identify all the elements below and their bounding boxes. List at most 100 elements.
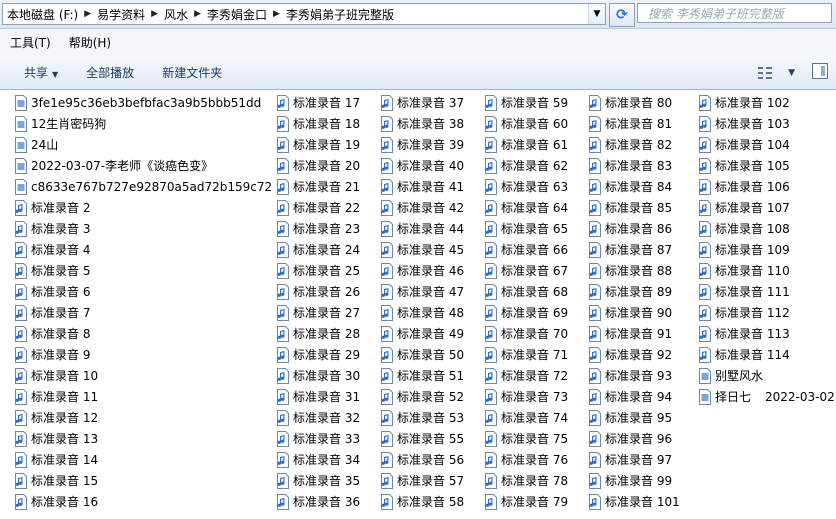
file-item[interactable]: 标准录音 16	[14, 491, 272, 512]
file-item[interactable]: 标准录音 32	[276, 407, 360, 428]
file-item[interactable]: 别墅风水	[698, 365, 835, 386]
file-item[interactable]: 3fe1e95c36eb3befbfac3a9b5bbb51dd	[14, 92, 272, 113]
file-item[interactable]: 标准录音 15	[14, 470, 272, 491]
file-item[interactable]: 标准录音 71	[484, 344, 568, 365]
file-item[interactable]: 标准录音 46	[380, 260, 464, 281]
file-item[interactable]: 标准录音 37	[380, 92, 464, 113]
file-item[interactable]: 标准录音 23	[276, 218, 360, 239]
file-item[interactable]: 标准录音 61	[484, 134, 568, 155]
file-item[interactable]: 标准录音 26	[276, 281, 360, 302]
file-item[interactable]: 标准录音 111	[698, 281, 835, 302]
file-item[interactable]: 标准录音 10	[14, 365, 272, 386]
file-item[interactable]: 标准录音 39	[380, 134, 464, 155]
file-item[interactable]: 标准录音 65	[484, 218, 568, 239]
file-item[interactable]: 标准录音 44	[380, 218, 464, 239]
file-item[interactable]: 标准录音 88	[588, 260, 680, 281]
file-item[interactable]: 标准录音 94	[588, 386, 680, 407]
file-item[interactable]: 标准录音 38	[380, 113, 464, 134]
file-item[interactable]: 标准录音 103	[698, 113, 835, 134]
file-item[interactable]: 标准录音 21	[276, 176, 360, 197]
breadcrumb[interactable]: 本地磁盘 (F:) ▶ 易学资料 ▶ 风水 ▶ 李秀娟金口 ▶ 李秀娟弟子班完整…	[2, 3, 606, 25]
file-item[interactable]: 24山	[14, 134, 272, 155]
file-item[interactable]: 标准录音 90	[588, 302, 680, 323]
file-item[interactable]: 标准录音 67	[484, 260, 568, 281]
preview-pane-icon[interactable]	[812, 63, 828, 79]
chevron-right-icon[interactable]: ▶	[149, 9, 160, 19]
file-item[interactable]: 标准录音 17	[276, 92, 360, 113]
file-item[interactable]: 标准录音 8	[14, 323, 272, 344]
file-item[interactable]: 标准录音 113	[698, 323, 835, 344]
file-item[interactable]: 标准录音 106	[698, 176, 835, 197]
file-item[interactable]: 标准录音 69	[484, 302, 568, 323]
file-item[interactable]: 标准录音 63	[484, 176, 568, 197]
file-item[interactable]: 标准录音 28	[276, 323, 360, 344]
file-item[interactable]: 标准录音 81	[588, 113, 680, 134]
view-options-button[interactable]: ▼	[757, 64, 795, 82]
file-item[interactable]: 标准录音 9	[14, 344, 272, 365]
file-item[interactable]: 标准录音 62	[484, 155, 568, 176]
chevron-right-icon[interactable]: ▶	[271, 9, 282, 19]
file-item[interactable]: 标准录音 58	[380, 491, 464, 512]
file-item[interactable]: 标准录音 18	[276, 113, 360, 134]
file-item[interactable]: 标准录音 89	[588, 281, 680, 302]
file-item[interactable]: 标准录音 7	[14, 302, 272, 323]
file-item[interactable]: 标准录音 70	[484, 323, 568, 344]
file-item[interactable]: 标准录音 33	[276, 428, 360, 449]
file-item[interactable]: 标准录音 107	[698, 197, 835, 218]
file-item[interactable]: 标准录音 11	[14, 386, 272, 407]
chevron-right-icon[interactable]: ▶	[192, 9, 203, 19]
file-item[interactable]: 标准录音 40	[380, 155, 464, 176]
file-item[interactable]: 标准录音 35	[276, 470, 360, 491]
file-item[interactable]: 标准录音 24	[276, 239, 360, 260]
file-item[interactable]: 标准录音 87	[588, 239, 680, 260]
file-item[interactable]: 标准录音 53	[380, 407, 464, 428]
breadcrumb-fengshui[interactable]: 风水	[160, 6, 192, 23]
play-all-button[interactable]: 全部播放	[72, 64, 148, 81]
file-item[interactable]: 标准录音 64	[484, 197, 568, 218]
file-item[interactable]: 标准录音 74	[484, 407, 568, 428]
file-item[interactable]: 标准录音 5	[14, 260, 272, 281]
file-item[interactable]: 标准录音 4	[14, 239, 272, 260]
file-item[interactable]: 标准录音 59	[484, 92, 568, 113]
file-item[interactable]: 标准录音 52	[380, 386, 464, 407]
file-item[interactable]: 标准录音 97	[588, 449, 680, 470]
file-item[interactable]: 12生肖密码狗	[14, 113, 272, 134]
file-item[interactable]: 择日七 2022-03-02	[698, 386, 835, 407]
file-item[interactable]: 标准录音 3	[14, 218, 272, 239]
file-item[interactable]: 标准录音 68	[484, 281, 568, 302]
file-item[interactable]: 标准录音 83	[588, 155, 680, 176]
file-item[interactable]: 标准录音 19	[276, 134, 360, 155]
chevron-down-icon[interactable]: ▼	[588, 4, 605, 24]
file-item[interactable]: 标准录音 73	[484, 386, 568, 407]
file-item[interactable]: 标准录音 114	[698, 344, 835, 365]
file-item[interactable]: 标准录音 96	[588, 428, 680, 449]
file-item[interactable]: 标准录音 91	[588, 323, 680, 344]
share-button[interactable]: 共享 ▼	[0, 64, 72, 81]
file-item[interactable]: 标准录音 72	[484, 365, 568, 386]
file-item[interactable]: 标准录音 56	[380, 449, 464, 470]
file-item[interactable]: 2022-03-07-李老师《谈癌色变》	[14, 155, 272, 176]
menu-tools[interactable]: 工具(T)	[0, 34, 59, 51]
file-item[interactable]: 标准录音 30	[276, 365, 360, 386]
file-item[interactable]: 标准录音 29	[276, 344, 360, 365]
file-item[interactable]: 标准录音 45	[380, 239, 464, 260]
file-item[interactable]: 标准录音 109	[698, 239, 835, 260]
file-item[interactable]: 标准录音 41	[380, 176, 464, 197]
file-item[interactable]: 标准录音 82	[588, 134, 680, 155]
file-item[interactable]: 标准录音 75	[484, 428, 568, 449]
breadcrumb-current[interactable]: 李秀娟弟子班完整版	[282, 6, 398, 23]
file-item[interactable]: 标准录音 13	[14, 428, 272, 449]
file-item[interactable]: 标准录音 6	[14, 281, 272, 302]
file-item[interactable]: 标准录音 110	[698, 260, 835, 281]
file-item[interactable]: 标准录音 25	[276, 260, 360, 281]
file-item[interactable]: 标准录音 51	[380, 365, 464, 386]
file-item[interactable]: 标准录音 105	[698, 155, 835, 176]
file-item[interactable]: 标准录音 92	[588, 344, 680, 365]
file-item[interactable]: 标准录音 14	[14, 449, 272, 470]
file-item[interactable]: 标准录音 34	[276, 449, 360, 470]
file-item[interactable]: 标准录音 86	[588, 218, 680, 239]
new-folder-button[interactable]: 新建文件夹	[148, 64, 236, 81]
file-item[interactable]: 标准录音 85	[588, 197, 680, 218]
file-item[interactable]: 标准录音 102	[698, 92, 835, 113]
file-item[interactable]: 标准录音 99	[588, 470, 680, 491]
